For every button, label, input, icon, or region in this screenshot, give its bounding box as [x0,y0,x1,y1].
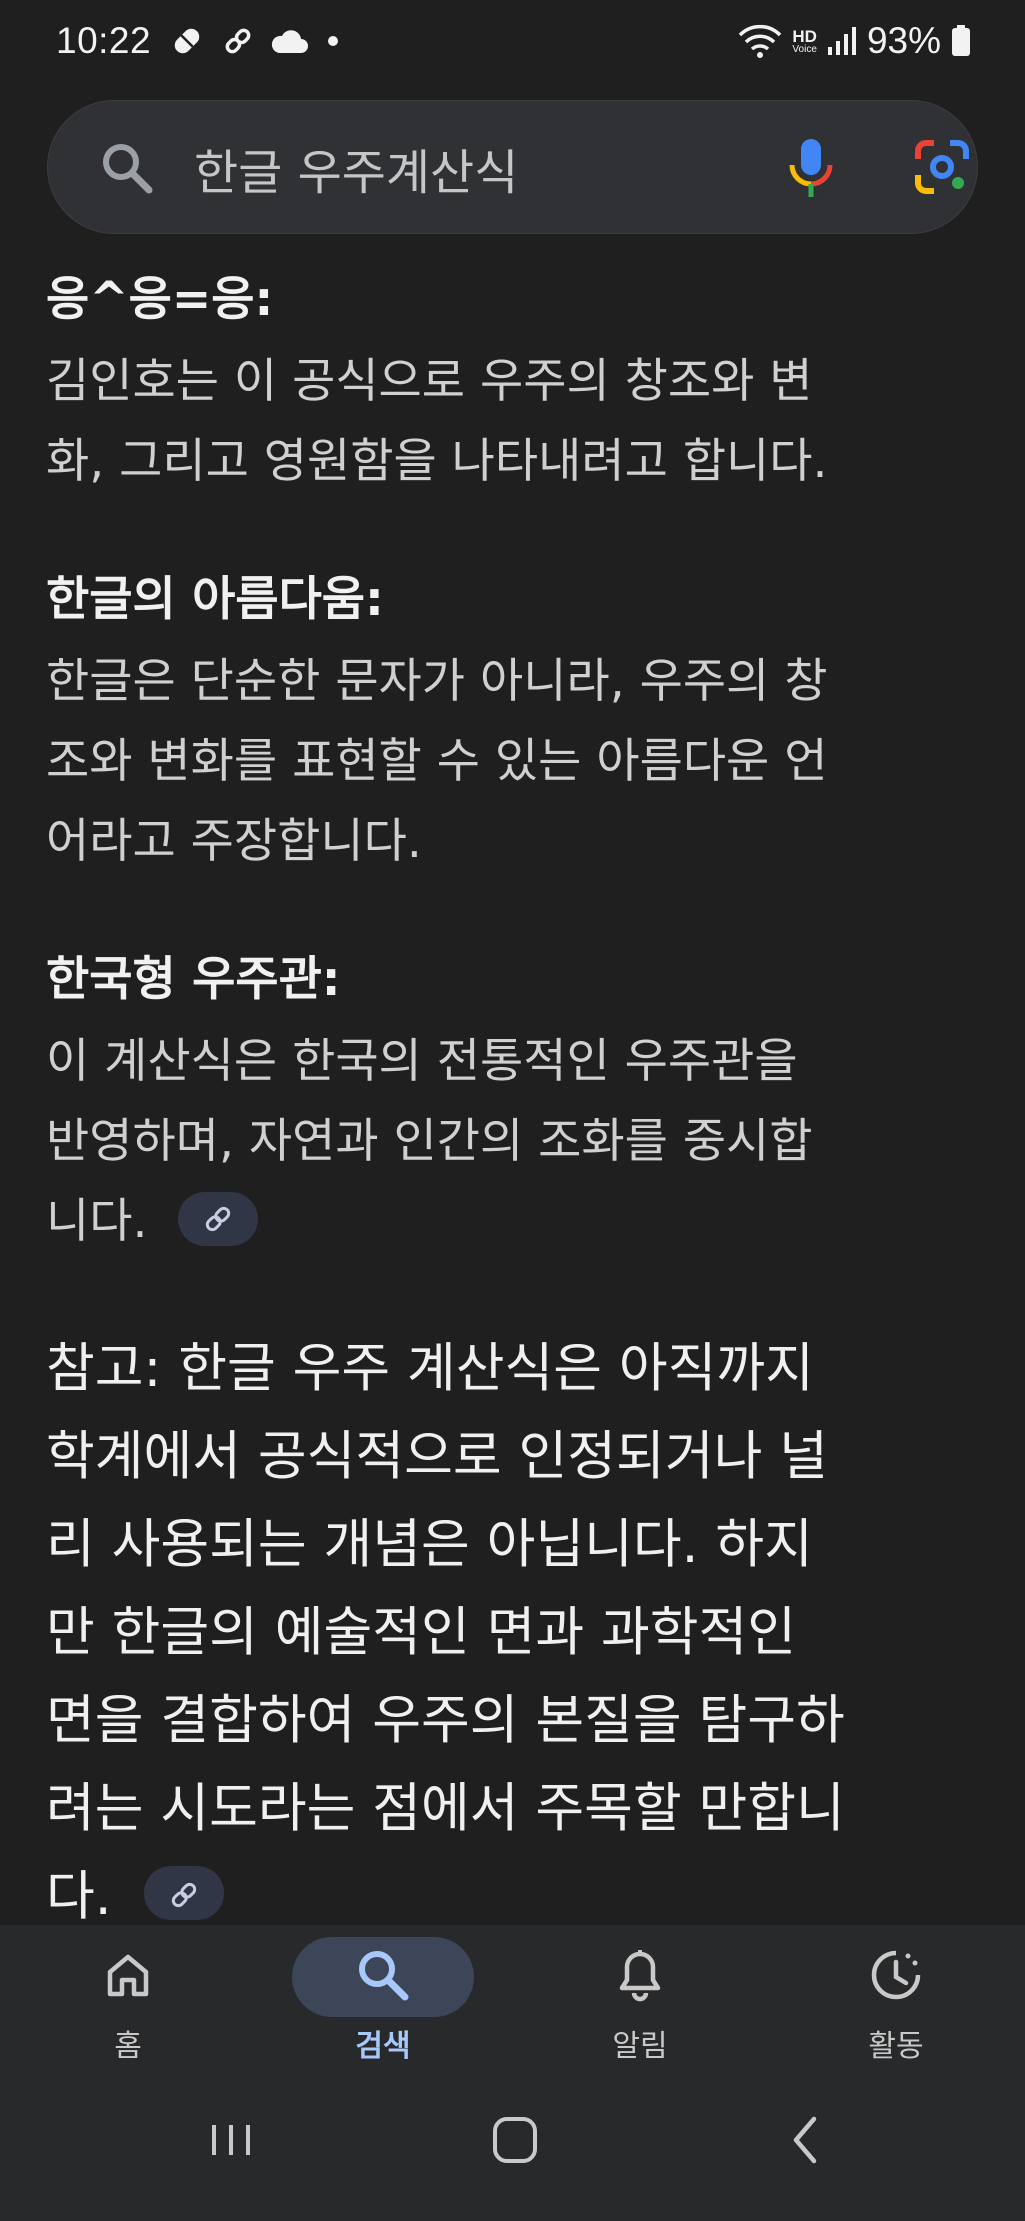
nav-label: 활동 [868,2029,924,2064]
bell-icon [615,1948,665,2006]
home-button[interactable] [490,2105,540,2179]
battery-percent: 93% [866,20,941,61]
ai-overview-content: 응^응=응: 김인호는 이 공식으로 우주의 창조와 변 화, 그리고 영원함을… [0,240,1025,1925]
note-line: 려는 시도라는 점에서 주목할 만합니 [46,1778,845,1839]
note-line: 다. [46,1853,986,1925]
hd-voice-icon: HD Voice [792,28,817,55]
section-cosmology: 한국형 우주관: 이 계산식은 한국의 전통적인 우주관을 반영하며, 자연과 … [46,950,986,1262]
section-formula: 응^응=응: 김인호는 이 공식으로 우주의 창조와 변 화, 그리고 영원함을… [46,270,986,502]
nav-search[interactable]: 검색 [283,1925,483,2065]
section-heading: 한글의 아름다움: [46,572,384,627]
nav-pill-active [292,1937,474,2017]
nav-label: 검색 [355,2029,411,2064]
body-line-text: 니다. [46,1194,148,1249]
search-icon [355,1947,411,2007]
section-heading: 한국형 우주관: [46,952,341,1007]
link-icon [169,1849,199,1925]
note-line: 면을 결합하여 우주의 본질을 탐구하 [46,1690,845,1751]
search-icon[interactable] [100,141,154,199]
wifi-icon [738,23,782,59]
screen: 10:22 HD Voice 93% 한글 우주계산식 응^응=응: 김인호는 … [0,0,1025,2221]
link-icon [203,1179,233,1259]
section-body: 한글은 단순한 문자가 아니라, 우주의 창 조와 변화를 표현할 수 있는 아… [46,642,986,882]
activity-icon [868,1947,924,2007]
nav-notifications[interactable]: 알림 [540,1925,740,2065]
search-input[interactable] [194,101,754,235]
body-line: 김인호는 이 공식으로 우주의 창조와 변 [46,354,813,409]
section-body: 김인호는 이 공식으로 우주의 창조와 변 화, 그리고 영원함을 나타내려고 … [46,342,986,502]
bottom-navigation: 홈 검색 알림 활동 [0,1925,1025,2065]
recent-apps-button[interactable] [206,2105,256,2179]
section-heading: 응^응=응: [46,272,274,327]
note-paragraph: 참고: 한글 우주 계산식은 아직까지 학계에서 공식적으로 인정되거나 널 리… [46,1325,986,1925]
body-line: 한글은 단순한 문자가 아니라, 우주의 창 [46,654,828,709]
body-line: 니다. [46,1182,986,1262]
search-bar[interactable] [47,100,978,235]
note-line: 참고: 한글 우주 계산식은 아직까지 [46,1338,814,1399]
system-navigation-bar [0,2065,1025,2221]
signal-icon [827,25,857,57]
section-body: 이 계산식은 한국의 전통적인 우주관을 반영하며, 자연과 인간의 조화를 중… [46,1022,986,1262]
status-bar: 10:22 HD Voice 93% [0,0,1025,82]
google-lens-icon[interactable] [914,139,970,199]
link-status-icon [223,26,253,56]
nav-label: 홈 [114,2029,142,2064]
nav-pill [805,1937,987,2017]
battery-icon [951,25,971,57]
nav-label: 알림 [612,2029,668,2064]
voice-label: Voice [792,43,817,55]
body-line: 어라고 주장합니다. [46,814,422,869]
home-icon [103,1950,153,2004]
back-button[interactable] [780,2105,830,2179]
nav-home[interactable]: 홈 [28,1925,228,2065]
note-line-text: 다. [46,1866,112,1925]
source-link-button[interactable] [144,1866,225,1921]
status-right: HD Voice 93% [738,20,971,62]
microphone-icon[interactable] [786,137,836,203]
body-line: 이 계산식은 한국의 전통적인 우주관을 [46,1034,798,1089]
body-line: 화, 그리고 영원함을 나타내려고 합니다. [46,434,828,489]
status-time: 10:22 [56,20,152,61]
nav-pill [549,1937,731,2017]
note-line: 리 사용되는 개념은 아닙니다. 하지 [46,1514,813,1575]
status-left: 10:22 [56,20,341,62]
source-link-button[interactable] [178,1191,259,1246]
body-line: 반영하며, 자연과 인간의 조화를 중시합 [46,1114,813,1169]
nav-pill [37,1937,219,2017]
note-line: 만 한글의 예술적인 면과 과학적인 [46,1602,797,1663]
hd-label: HD [792,26,817,46]
note-line: 학계에서 공식적으로 인정되거나 널 [46,1426,828,1487]
section-beauty: 한글의 아름다움: 한글은 단순한 문자가 아니라, 우주의 창 조와 변화를 … [46,570,986,882]
nav-activity[interactable]: 활동 [796,1925,996,2065]
cloud-icon [269,27,309,55]
pill-icon [167,21,207,61]
notification-dot-icon [325,33,341,49]
body-line: 조와 변화를 표현할 수 있는 아름다운 언 [46,734,828,789]
